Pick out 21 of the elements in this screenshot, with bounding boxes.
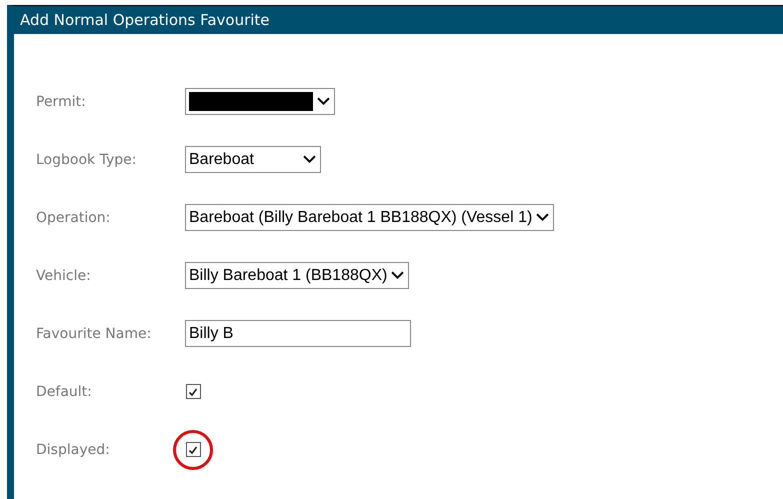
checkbox[interactable] <box>186 384 200 399</box>
field-label: Displayed: <box>36 442 111 458</box>
field-label: Default: <box>36 384 93 400</box>
caret-icon <box>303 155 316 164</box>
checkbox[interactable] <box>186 442 200 457</box>
field-label: Operation: <box>36 210 112 226</box>
checkmark-icon <box>188 386 198 396</box>
caret-icon <box>536 213 550 222</box>
favourite-name-field[interactable]: Billy B <box>185 320 411 347</box>
dropdown[interactable]: Bareboat <box>185 146 321 173</box>
caret-icon <box>391 271 404 280</box>
permit-dropdown[interactable] <box>185 88 335 115</box>
dropdown[interactable]: Bareboat (Billy Bareboat 1 BB188QX) (Vessel 1) <box>185 204 554 231</box>
field-label: Permit: <box>36 94 87 110</box>
field-label: Vehicle: <box>36 268 92 284</box>
checkmark-icon <box>188 444 198 454</box>
dropdown[interactable]: Billy Bareboat 1 (BB188QX) <box>185 262 410 289</box>
field-label: Favourite Name: <box>36 326 152 342</box>
caret-icon <box>317 97 330 106</box>
window-title: Add Normal Operations Favourite <box>20 11 270 29</box>
field-label: Logbook Type: <box>36 152 138 168</box>
